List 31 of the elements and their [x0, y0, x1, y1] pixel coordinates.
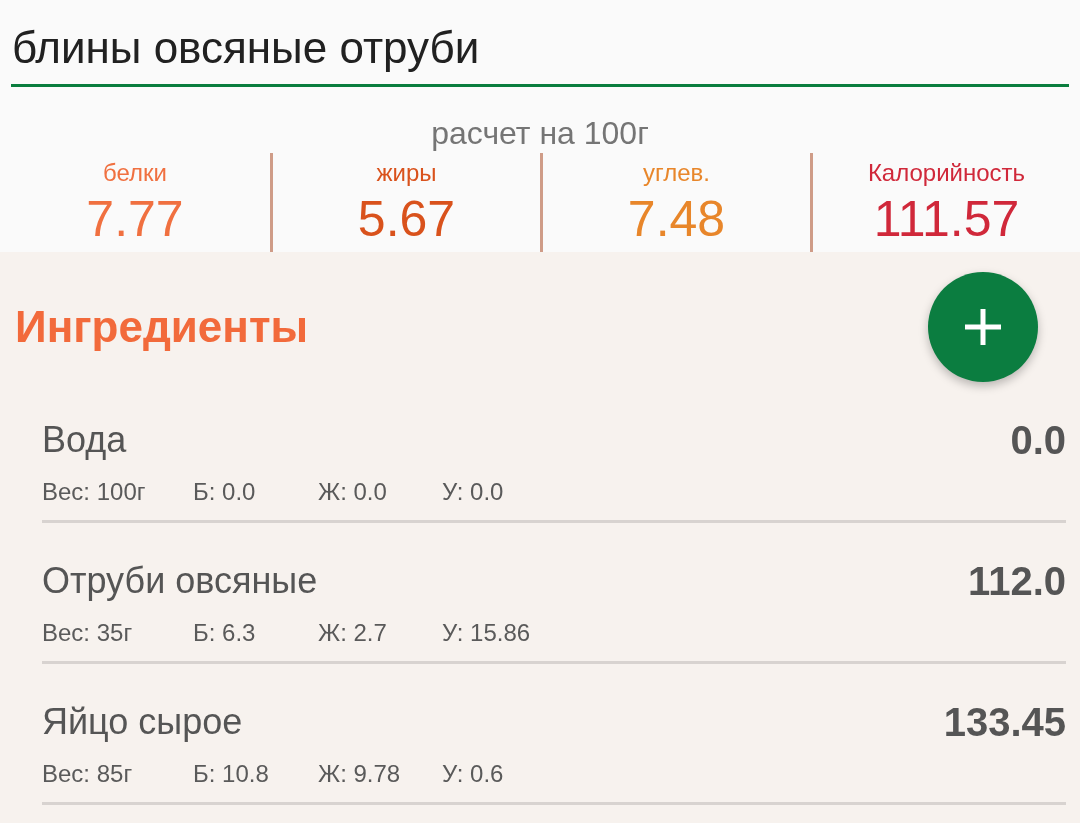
per-100g-caption: расчет на 100г — [431, 114, 649, 153]
ingredient-name: Яйцо сырое — [42, 700, 243, 744]
plus-icon — [963, 307, 1003, 347]
ingredient-weight: Вес: 85г — [42, 760, 133, 787]
nutrient-value: 7.77 — [86, 191, 184, 247]
ingredient-fat: Ж: 9.78 — [318, 760, 401, 787]
nutrient-label: углев. — [643, 158, 710, 188]
ingredient-carbs: У: 0.0 — [442, 478, 504, 505]
ingredient-protein: Б: 6.3 — [193, 619, 256, 646]
ingredient-weight: Вес: 35г — [42, 619, 133, 646]
ingredient-protein: Б: 10.8 — [193, 760, 269, 787]
ingredient-carbs: У: 0.6 — [442, 760, 504, 787]
nutrient-label: жиры — [376, 158, 437, 188]
ingredient-protein: Б: 0.0 — [193, 478, 256, 505]
ingredient-calories: 0.0 — [1010, 418, 1066, 462]
ingredient-weight: Вес: 100г — [42, 478, 146, 505]
ingredient-name: Отруби овсяные — [42, 559, 318, 603]
nutrient-label: белки — [103, 158, 167, 188]
ingredient-calories: 133.45 — [943, 700, 1066, 744]
add-button[interactable] — [928, 272, 1038, 382]
ingredient-fat: Ж: 2.7 — [318, 619, 387, 646]
ingredient-name: Вода — [42, 418, 127, 462]
ingredients-heading: Ингредиенты — [15, 301, 309, 353]
ingredient-carbs: У: 15.86 — [442, 619, 531, 646]
recipe-name-field[interactable]: блины овсяные отруби — [11, 20, 1069, 87]
nutrient-value: 111.57 — [873, 191, 1020, 247]
ingredient-calories: 112.0 — [968, 559, 1066, 603]
nutrient-value: 7.48 — [627, 191, 726, 247]
nutrient-value: 5.67 — [357, 191, 456, 247]
ingredient-fat: Ж: 0.0 — [318, 478, 387, 505]
nutrient-label: Калорийность — [867, 158, 1026, 188]
